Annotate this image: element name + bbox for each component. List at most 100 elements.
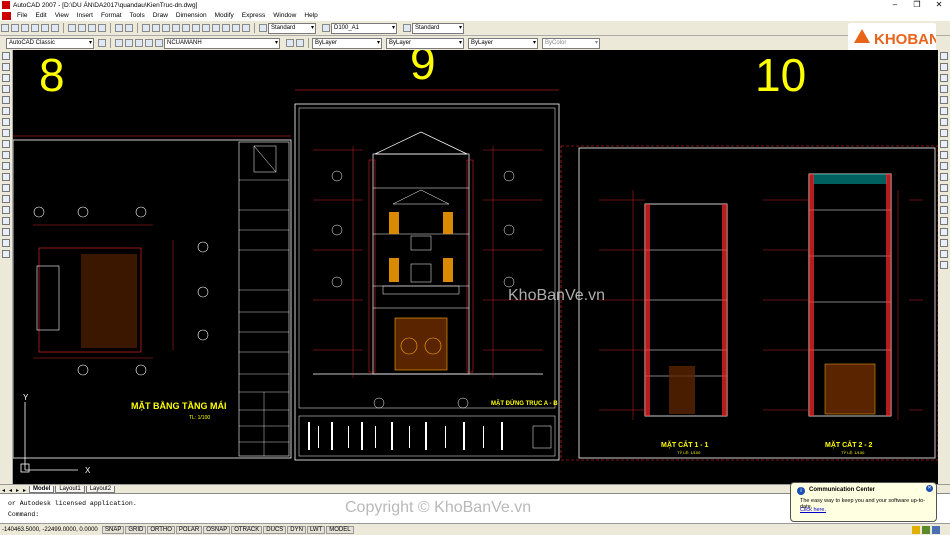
menu-tools[interactable]: Tools (126, 12, 149, 19)
sheetset-icon[interactable] (212, 24, 220, 32)
mtext-icon[interactable] (2, 250, 10, 258)
point-icon[interactable] (2, 195, 10, 203)
calculator-icon[interactable] (232, 24, 240, 32)
coordinate-readout[interactable]: -140463.5000, -22499.0000, 0.0000 (0, 527, 102, 533)
autocad-app-icon[interactable] (2, 1, 10, 9)
rotate-icon[interactable] (940, 118, 948, 126)
paste-icon[interactable] (88, 24, 96, 32)
draworder-icon[interactable] (940, 239, 948, 247)
construction-line-icon[interactable] (2, 63, 10, 71)
qnew-icon[interactable] (1, 24, 9, 32)
clean-screen-icon[interactable] (932, 525, 940, 534)
otrack-toggle[interactable]: OTRACK (231, 525, 263, 534)
erase-icon[interactable] (940, 52, 948, 60)
polar-toggle[interactable]: POLAR (175, 525, 203, 534)
workspace-select[interactable]: AutoCAD Classic (6, 37, 94, 49)
copy-object-icon[interactable] (940, 63, 948, 71)
menu-format[interactable]: Format (97, 12, 126, 19)
gradient-icon[interactable] (2, 217, 10, 225)
table-style-select[interactable]: Standard (412, 22, 464, 34)
menu-insert[interactable]: Insert (73, 12, 97, 19)
extend-icon[interactable] (940, 162, 948, 170)
menu-view[interactable]: View (51, 12, 73, 19)
circle-icon[interactable] (2, 118, 10, 126)
balloon-close-icon[interactable]: ✕ (926, 485, 933, 492)
make-block-icon[interactable] (2, 184, 10, 192)
tab-last-icon[interactable]: ▸ (23, 487, 28, 494)
save-icon[interactable] (21, 24, 29, 32)
tab-next-icon[interactable]: ▸ (16, 487, 21, 494)
redo-icon[interactable] (125, 24, 133, 32)
line-icon[interactable] (2, 52, 10, 60)
dim-linear-icon[interactable] (940, 250, 948, 258)
snap-toggle[interactable]: SNAP (102, 525, 125, 534)
layer-previous-icon[interactable] (296, 39, 304, 47)
pan-icon[interactable] (142, 24, 150, 32)
document-icon[interactable] (2, 11, 11, 20)
polygon-icon[interactable] (2, 85, 10, 93)
zoom-previous-icon[interactable] (172, 24, 180, 32)
break-point-icon[interactable] (940, 173, 948, 181)
help-icon[interactable] (242, 24, 250, 32)
dim-style-select[interactable]: D100_A1 (331, 22, 397, 34)
join-icon[interactable] (940, 195, 948, 203)
offset-icon[interactable] (940, 85, 948, 93)
spline-icon[interactable] (2, 140, 10, 148)
insert-block-icon[interactable] (2, 173, 10, 181)
undo-icon[interactable] (115, 24, 123, 32)
copy-icon[interactable] (78, 24, 86, 32)
cut-icon[interactable] (68, 24, 76, 32)
communication-center-icon[interactable] (912, 525, 920, 534)
revcloud-icon[interactable] (2, 129, 10, 137)
lineweight-select[interactable]: ByLayer (468, 37, 538, 49)
ellipse-arc-icon[interactable] (2, 162, 10, 170)
menu-modify[interactable]: Modify (211, 12, 238, 19)
open-icon[interactable] (11, 24, 19, 32)
break-icon[interactable] (940, 184, 948, 192)
command-prompt[interactable]: Command: (8, 511, 39, 518)
hatch-icon[interactable] (2, 206, 10, 214)
match-properties-icon[interactable] (98, 24, 106, 32)
dyn-toggle[interactable]: DYN (287, 525, 306, 534)
ellipse-icon[interactable] (2, 151, 10, 159)
tab-prev-icon[interactable]: ◂ (9, 487, 14, 494)
ducs-toggle[interactable]: DUCS (263, 525, 287, 534)
menu-help[interactable]: Help (300, 12, 321, 19)
color-select[interactable]: ByLayer (312, 37, 382, 49)
scale-icon[interactable] (940, 129, 948, 137)
table-icon[interactable] (2, 239, 10, 247)
grid-toggle[interactable]: GRID (125, 525, 147, 534)
mirror-icon[interactable] (940, 74, 948, 82)
make-current-icon[interactable] (286, 39, 294, 47)
menu-draw[interactable]: Draw (149, 12, 172, 19)
polyline-icon[interactable] (2, 74, 10, 82)
designcenter-icon[interactable] (192, 24, 200, 32)
arc-icon[interactable] (2, 107, 10, 115)
plotstyle-select[interactable]: ByColor (542, 37, 600, 49)
region-icon[interactable] (2, 228, 10, 236)
ortho-toggle[interactable]: ORTHO (147, 525, 175, 534)
drawing-canvas[interactable]: 8 9 10 MẶT BẰNG TẦNG MÁI TL: 1/100 Y X M… (13, 50, 938, 484)
array-icon[interactable] (940, 96, 948, 104)
balloon-link[interactable]: Click here. (800, 507, 826, 513)
preview-icon[interactable] (41, 24, 49, 32)
markup-icon[interactable] (222, 24, 230, 32)
menu-window[interactable]: Window (269, 12, 300, 19)
toolpalettes-icon[interactable] (202, 24, 210, 32)
dim-aligned-icon[interactable] (940, 261, 948, 269)
minimize-icon[interactable]: – (884, 0, 906, 10)
menu-file[interactable]: File (13, 12, 31, 19)
menu-edit[interactable]: Edit (31, 12, 50, 19)
fillet-icon[interactable] (940, 217, 948, 225)
tab-first-icon[interactable]: ◂ (2, 487, 7, 494)
stretch-icon[interactable] (940, 140, 948, 148)
trim-icon[interactable] (940, 151, 948, 159)
menu-dimension[interactable]: Dimension (172, 12, 211, 19)
publish-icon[interactable] (51, 24, 59, 32)
tab-model[interactable]: Model (29, 486, 55, 493)
model-toggle[interactable]: MODEL (326, 525, 354, 534)
restore-icon[interactable]: ❐ (906, 0, 928, 10)
chamfer-icon[interactable] (940, 206, 948, 214)
tab-layout2[interactable]: Layout2 (85, 486, 116, 493)
plot-icon[interactable] (31, 24, 39, 32)
